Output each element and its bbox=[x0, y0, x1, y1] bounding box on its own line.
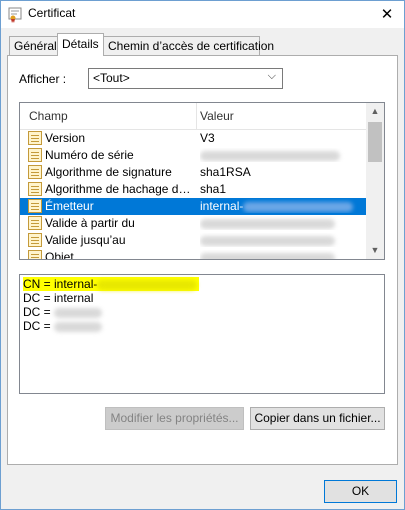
tab-details-label: Détails bbox=[62, 37, 99, 51]
details-line: CN = internal- bbox=[23, 277, 381, 291]
ok-button[interactable]: OK bbox=[324, 480, 397, 503]
column-header-field[interactable]: Champ bbox=[29, 109, 68, 123]
close-button[interactable]: ✕ bbox=[370, 1, 404, 28]
tab-certification-path-label: Chemin d’accès de certification bbox=[108, 39, 275, 53]
scroll-up-arrow-icon[interactable]: ▲ bbox=[366, 103, 384, 120]
field-value-redacted bbox=[200, 216, 360, 230]
field-name: Valide à partir du bbox=[45, 216, 135, 230]
field-name: Objet bbox=[45, 250, 74, 260]
details-line: DC = bbox=[23, 319, 381, 333]
field-icon bbox=[28, 216, 42, 230]
field-icon bbox=[28, 131, 42, 145]
certificate-dialog: Certificat ✕ Général Détails Chemin d’ac… bbox=[0, 0, 405, 510]
field-name: Algorithme de signature bbox=[45, 165, 172, 179]
tab-general-label: Général bbox=[14, 39, 57, 53]
list-header: Champ Valeur bbox=[20, 103, 366, 130]
chevron-down-icon: ⌵ bbox=[267, 70, 276, 82]
field-name: Algorithme de hachage de l... bbox=[45, 182, 195, 196]
list-item[interactable]: Valide jusqu’au bbox=[20, 232, 366, 249]
field-value: V3 bbox=[200, 131, 215, 145]
show-label: Afficher : bbox=[19, 72, 67, 86]
list-scrollbar[interactable]: ▲ ▼ bbox=[366, 103, 384, 259]
field-icon bbox=[28, 250, 42, 259]
tab-certification-path[interactable]: Chemin d’accès de certification bbox=[103, 36, 274, 55]
copy-to-file-button[interactable]: Copier dans un fichier... bbox=[250, 407, 385, 430]
show-dropdown-value: <Tout> bbox=[93, 71, 130, 85]
field-value-redacted bbox=[200, 233, 360, 247]
tab-details[interactable]: Détails bbox=[57, 33, 104, 56]
details-line-text: DC = bbox=[23, 319, 55, 333]
field-name: Valide jusqu’au bbox=[45, 233, 126, 247]
field-icon bbox=[28, 148, 42, 162]
scrollbar-thumb[interactable] bbox=[368, 122, 382, 162]
details-line: DC = internal bbox=[23, 291, 381, 305]
highlighted-text: CN = internal- bbox=[23, 277, 200, 291]
window-title: Certificat bbox=[28, 6, 76, 20]
details-line: DC = bbox=[23, 305, 381, 319]
certificate-icon bbox=[8, 7, 22, 23]
column-header-value[interactable]: Valeur bbox=[200, 109, 234, 123]
list-item[interactable]: Version V3 bbox=[20, 130, 366, 147]
show-dropdown[interactable]: <Tout> ⌵ bbox=[88, 68, 283, 89]
field-value: sha1RSA bbox=[200, 165, 251, 179]
details-line-text: DC = internal bbox=[23, 291, 94, 305]
field-details-box[interactable]: CN = internal- DC = internal DC = DC = bbox=[19, 274, 385, 394]
field-name: Version bbox=[45, 131, 86, 145]
field-value-redacted bbox=[200, 250, 360, 259]
details-line-text: DC = bbox=[23, 305, 55, 319]
list-item[interactable]: Algorithme de hachage de l... sha1 bbox=[20, 181, 366, 198]
fields-list[interactable]: Champ Valeur Version V3 Numéro de série … bbox=[19, 102, 385, 260]
list-item[interactable]: Numéro de série bbox=[20, 147, 366, 164]
field-value: sha1 bbox=[200, 182, 227, 196]
field-name: Émetteur bbox=[45, 199, 94, 213]
field-value: internal- bbox=[200, 199, 360, 213]
field-icon bbox=[28, 199, 42, 213]
field-value-text: internal- bbox=[200, 199, 244, 213]
list-item[interactable]: Objet bbox=[20, 249, 366, 260]
field-icon bbox=[28, 233, 42, 247]
edit-properties-button: Modifier les propriétés... bbox=[105, 407, 244, 430]
title-bar: Certificat ✕ bbox=[1, 1, 404, 28]
field-value-redacted bbox=[200, 148, 360, 162]
details-line-text: CN = internal- bbox=[23, 277, 98, 291]
list-item-selected[interactable]: Émetteur internal- bbox=[20, 198, 366, 215]
list-item[interactable]: Valide à partir du bbox=[20, 215, 366, 232]
tab-general[interactable]: Général bbox=[9, 36, 58, 55]
column-divider[interactable] bbox=[196, 103, 197, 129]
field-icon bbox=[28, 165, 42, 179]
scroll-down-arrow-icon[interactable]: ▼ bbox=[366, 242, 384, 259]
field-icon bbox=[28, 182, 42, 196]
field-name: Numéro de série bbox=[45, 148, 134, 162]
list-item[interactable]: Algorithme de signature sha1RSA bbox=[20, 164, 366, 181]
